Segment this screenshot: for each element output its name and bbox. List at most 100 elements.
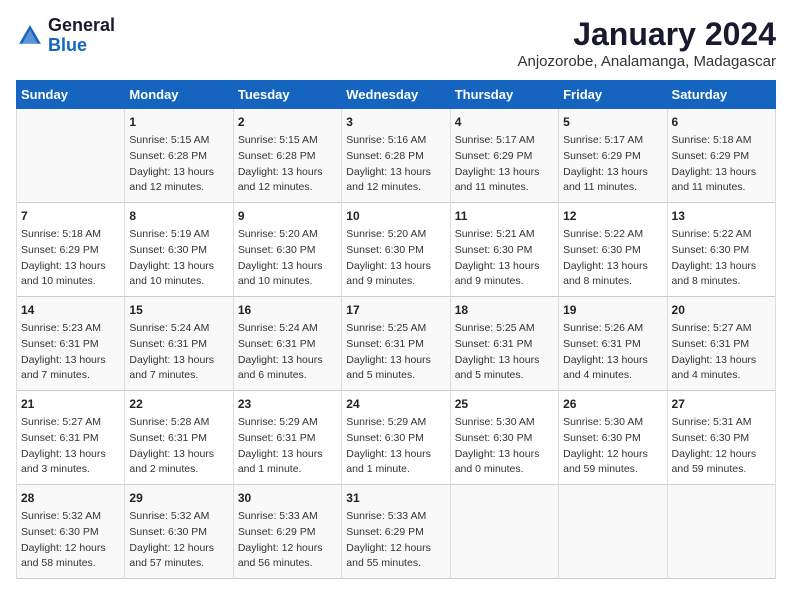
- day-number: 9: [238, 207, 337, 225]
- calendar-cell: 12Sunrise: 5:22 AM Sunset: 6:30 PM Dayli…: [559, 203, 667, 297]
- subtitle: Anjozorobe, Analamanga, Madagascar: [517, 53, 776, 70]
- day-number: 19: [563, 301, 662, 319]
- day-info: Sunrise: 5:17 AM Sunset: 6:29 PM Dayligh…: [563, 133, 662, 196]
- calendar-cell: 31 Sunrise: 5:33 AM Sunset: 6:29 PM Dayli…: [342, 485, 450, 579]
- week-row-4: 21 Sunrise: 5:27 AM Sunset: 6:31 PM Dayli…: [17, 391, 776, 485]
- calendar-cell: 7 Sunrise: 5:18 AM Sunset: 6:29 PM Daylig…: [17, 203, 125, 297]
- week-row-3: 14 Sunrise: 5:23 AM Sunset: 6:31 PM Dayli…: [17, 297, 776, 391]
- calendar-cell: 30 Sunrise: 5:33 AM Sunset: 6:29 PM Dayli…: [233, 485, 341, 579]
- day-number: 13: [672, 207, 771, 225]
- title-block: January 2024 Anjozorobe, Analamanga, Mad…: [517, 16, 776, 70]
- day-number: 22: [129, 395, 228, 413]
- calendar-cell: 23Sunrise: 5:29 AM Sunset: 6:31 PM Dayli…: [233, 391, 341, 485]
- calendar-cell: 19 Sunrise: 5:26 AM Sunset: 6:31 PM Dayli…: [559, 297, 667, 391]
- calendar-cell: [559, 485, 667, 579]
- day-info: Sunrise: 5:21 AM Sunset: 6:30 PM Dayligh…: [455, 227, 554, 290]
- calendar-cell: 9 Sunrise: 5:20 AM Sunset: 6:30 PM Daylig…: [233, 203, 341, 297]
- calendar-cell: 26 Sunrise: 5:30 AM Sunset: 6:30 PM Dayli…: [559, 391, 667, 485]
- day-number: 16: [238, 301, 337, 319]
- calendar-body: 1 Sunrise: 5:15 AM Sunset: 6:28 PM Daylig…: [17, 109, 776, 579]
- day-number: 28: [21, 489, 120, 507]
- day-number: 6: [672, 113, 771, 131]
- day-number: 7: [21, 207, 120, 225]
- logo-line2: Blue: [48, 36, 115, 56]
- day-info: Sunrise: 5:27 AM Sunset: 6:31 PM Dayligh…: [21, 415, 120, 478]
- day-number: 11: [455, 207, 554, 225]
- day-number: 15: [129, 301, 228, 319]
- calendar-header-wednesday: Wednesday: [342, 81, 450, 109]
- day-number: 10: [346, 207, 445, 225]
- day-number: 30: [238, 489, 337, 507]
- logo-icon: [16, 22, 44, 50]
- day-number: 5: [563, 113, 662, 131]
- day-number: 31: [346, 489, 445, 507]
- calendar-header-monday: Monday: [125, 81, 233, 109]
- week-row-5: 28 Sunrise: 5:32 AM Sunset: 6:30 PM Dayli…: [17, 485, 776, 579]
- calendar-header-saturday: Saturday: [667, 81, 775, 109]
- calendar-cell: 24Sunrise: 5:29 AM Sunset: 6:30 PM Dayli…: [342, 391, 450, 485]
- calendar-cell: 8 Sunrise: 5:19 AM Sunset: 6:30 PM Daylig…: [125, 203, 233, 297]
- day-info: Sunrise: 5:15 AM Sunset: 6:28 PM Dayligh…: [238, 133, 337, 196]
- day-number: 14: [21, 301, 120, 319]
- day-number: 20: [672, 301, 771, 319]
- day-info: Sunrise: 5:18 AM Sunset: 6:29 PM Dayligh…: [21, 227, 120, 290]
- calendar-cell: 20Sunrise: 5:27 AM Sunset: 6:31 PM Dayli…: [667, 297, 775, 391]
- calendar-cell: 27 Sunrise: 5:31 AM Sunset: 6:30 PM Dayli…: [667, 391, 775, 485]
- day-info: Sunrise: 5:16 AM Sunset: 6:28 PM Dayligh…: [346, 133, 445, 196]
- day-number: 1: [129, 113, 228, 131]
- week-row-1: 1 Sunrise: 5:15 AM Sunset: 6:28 PM Daylig…: [17, 109, 776, 203]
- calendar-cell: 6Sunrise: 5:18 AM Sunset: 6:29 PM Daylig…: [667, 109, 775, 203]
- day-info: Sunrise: 5:33 AM Sunset: 6:29 PM Dayligh…: [238, 509, 337, 572]
- day-info: Sunrise: 5:24 AM Sunset: 6:31 PM Dayligh…: [129, 321, 228, 384]
- day-info: Sunrise: 5:26 AM Sunset: 6:31 PM Dayligh…: [563, 321, 662, 384]
- day-info: Sunrise: 5:20 AM Sunset: 6:30 PM Dayligh…: [238, 227, 337, 290]
- logo: General Blue: [16, 16, 115, 56]
- calendar-header-tuesday: Tuesday: [233, 81, 341, 109]
- calendar-cell: 22Sunrise: 5:28 AM Sunset: 6:31 PM Dayli…: [125, 391, 233, 485]
- calendar-cell: 1Sunrise: 5:15 AM Sunset: 6:28 PM Daylig…: [125, 109, 233, 203]
- calendar-cell: 5 Sunrise: 5:17 AM Sunset: 6:29 PM Daylig…: [559, 109, 667, 203]
- day-number: 25: [455, 395, 554, 413]
- day-number: 26: [563, 395, 662, 413]
- day-info: Sunrise: 5:32 AM Sunset: 6:30 PM Dayligh…: [21, 509, 120, 572]
- calendar-cell: 2 Sunrise: 5:15 AM Sunset: 6:28 PM Daylig…: [233, 109, 341, 203]
- day-info: Sunrise: 5:25 AM Sunset: 6:31 PM Dayligh…: [455, 321, 554, 384]
- day-info: Sunrise: 5:30 AM Sunset: 6:30 PM Dayligh…: [455, 415, 554, 478]
- calendar-cell: 25 Sunrise: 5:30 AM Sunset: 6:30 PM Dayli…: [450, 391, 558, 485]
- calendar-cell: 11 Sunrise: 5:21 AM Sunset: 6:30 PM Dayli…: [450, 203, 558, 297]
- calendar-cell: 4 Sunrise: 5:17 AM Sunset: 6:29 PM Daylig…: [450, 109, 558, 203]
- calendar-header-friday: Friday: [559, 81, 667, 109]
- calendar-cell: 13Sunrise: 5:22 AM Sunset: 6:30 PM Dayli…: [667, 203, 775, 297]
- calendar-cell: 17Sunrise: 5:25 AM Sunset: 6:31 PM Dayli…: [342, 297, 450, 391]
- calendar-cell: 16Sunrise: 5:24 AM Sunset: 6:31 PM Dayli…: [233, 297, 341, 391]
- calendar-cell: 14 Sunrise: 5:23 AM Sunset: 6:31 PM Dayli…: [17, 297, 125, 391]
- calendar-header-thursday: Thursday: [450, 81, 558, 109]
- day-number: 4: [455, 113, 554, 131]
- week-row-2: 7 Sunrise: 5:18 AM Sunset: 6:29 PM Daylig…: [17, 203, 776, 297]
- calendar-cell: 21 Sunrise: 5:27 AM Sunset: 6:31 PM Dayli…: [17, 391, 125, 485]
- day-number: 8: [129, 207, 228, 225]
- day-info: Sunrise: 5:30 AM Sunset: 6:30 PM Dayligh…: [563, 415, 662, 478]
- calendar-cell: 15 Sunrise: 5:24 AM Sunset: 6:31 PM Dayli…: [125, 297, 233, 391]
- calendar-cell: [17, 109, 125, 203]
- day-info: Sunrise: 5:31 AM Sunset: 6:30 PM Dayligh…: [672, 415, 771, 478]
- calendar-cell: 3 Sunrise: 5:16 AM Sunset: 6:28 PM Daylig…: [342, 109, 450, 203]
- page-header: General Blue January 2024 Anjozorobe, An…: [16, 16, 776, 70]
- day-info: Sunrise: 5:29 AM Sunset: 6:31 PM Dayligh…: [238, 415, 337, 478]
- day-info: Sunrise: 5:25 AM Sunset: 6:31 PM Dayligh…: [346, 321, 445, 384]
- day-number: 18: [455, 301, 554, 319]
- day-number: 3: [346, 113, 445, 131]
- logo-line1: General: [48, 16, 115, 36]
- calendar-cell: 28 Sunrise: 5:32 AM Sunset: 6:30 PM Dayli…: [17, 485, 125, 579]
- day-number: 21: [21, 395, 120, 413]
- calendar-cell: 29Sunrise: 5:32 AM Sunset: 6:30 PM Dayli…: [125, 485, 233, 579]
- day-info: Sunrise: 5:23 AM Sunset: 6:31 PM Dayligh…: [21, 321, 120, 384]
- day-number: 29: [129, 489, 228, 507]
- main-title: January 2024: [517, 16, 776, 53]
- day-number: 24: [346, 395, 445, 413]
- day-info: Sunrise: 5:17 AM Sunset: 6:29 PM Dayligh…: [455, 133, 554, 196]
- day-info: Sunrise: 5:19 AM Sunset: 6:30 PM Dayligh…: [129, 227, 228, 290]
- day-number: 27: [672, 395, 771, 413]
- day-number: 2: [238, 113, 337, 131]
- day-info: Sunrise: 5:33 AM Sunset: 6:29 PM Dayligh…: [346, 509, 445, 572]
